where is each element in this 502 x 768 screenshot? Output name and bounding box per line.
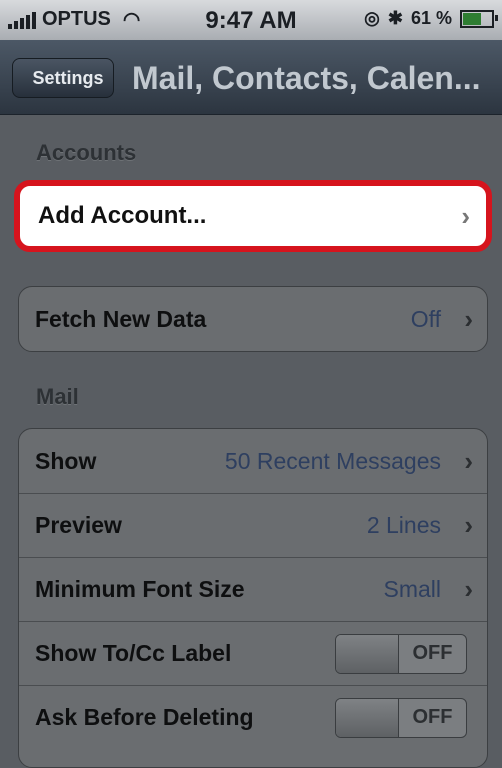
show-label: Show [35, 447, 97, 474]
ask-before-deleting-toggle[interactable]: OFF [335, 697, 467, 738]
add-account-label: Add Account... [38, 202, 207, 229]
battery-icon [460, 9, 498, 28]
show-to-cc-label: Show To/Cc Label [35, 640, 232, 666]
show-row[interactable]: Show 50 Recent Messages › [19, 429, 487, 493]
chevron-right-icon: › [464, 445, 473, 476]
status-right: ◎ ✱ 61 % [364, 8, 498, 29]
section-header-accounts: Accounts [36, 140, 137, 165]
status-bar: OPTUS ◠ 9:47 AM ◎ ✱ 61 % [0, 0, 502, 40]
show-to-cc-toggle[interactable]: OFF [335, 633, 467, 674]
ask-before-deleting-label: Ask Before Deleting [35, 704, 254, 730]
back-button[interactable]: Settings [12, 58, 114, 98]
chevron-right-icon: › [464, 574, 473, 604]
minimum-font-size-value: Small [383, 576, 441, 602]
bluetooth-icon: ✱ [387, 8, 403, 28]
preview-row[interactable]: Preview 2 Lines › [19, 493, 487, 557]
section-header-mail: Mail [36, 384, 79, 409]
preview-label: Preview [35, 512, 122, 538]
add-account-row[interactable]: Add Account... › [14, 180, 492, 252]
page-title: Mail, Contacts, Calen... [132, 60, 481, 96]
minimum-font-size-row[interactable]: Minimum Font Size Small › [19, 557, 487, 621]
preview-value: 2 Lines [366, 512, 441, 538]
show-to-cc-label-row: Show To/Cc Label OFF [19, 621, 487, 685]
mail-settings-group: Show 50 Recent Messages › Preview 2 Line… [18, 428, 488, 768]
navigation-bar: Settings Mail, Contacts, Calen... [0, 40, 502, 115]
alarm-icon: ◎ [364, 8, 380, 28]
fetch-new-data-row[interactable]: Fetch New Data Off › [19, 287, 487, 351]
ask-before-deleting-row: Ask Before Deleting OFF [19, 685, 487, 749]
toggle-state: OFF [412, 706, 453, 728]
fetch-group: Fetch New Data Off › [18, 286, 488, 352]
battery-percent: 61 % [410, 8, 452, 28]
fetch-new-data-value: Off [410, 305, 441, 332]
fetch-new-data-label: Fetch New Data [35, 305, 207, 332]
chevron-right-icon: › [461, 200, 470, 231]
chevron-right-icon: › [464, 303, 473, 334]
toggle-knob [336, 698, 399, 737]
show-value: 50 Recent Messages [224, 447, 441, 474]
minimum-font-size-label: Minimum Font Size [35, 576, 245, 602]
chevron-right-icon: › [464, 510, 473, 540]
toggle-state: OFF [412, 642, 453, 664]
toggle-knob [336, 634, 399, 673]
